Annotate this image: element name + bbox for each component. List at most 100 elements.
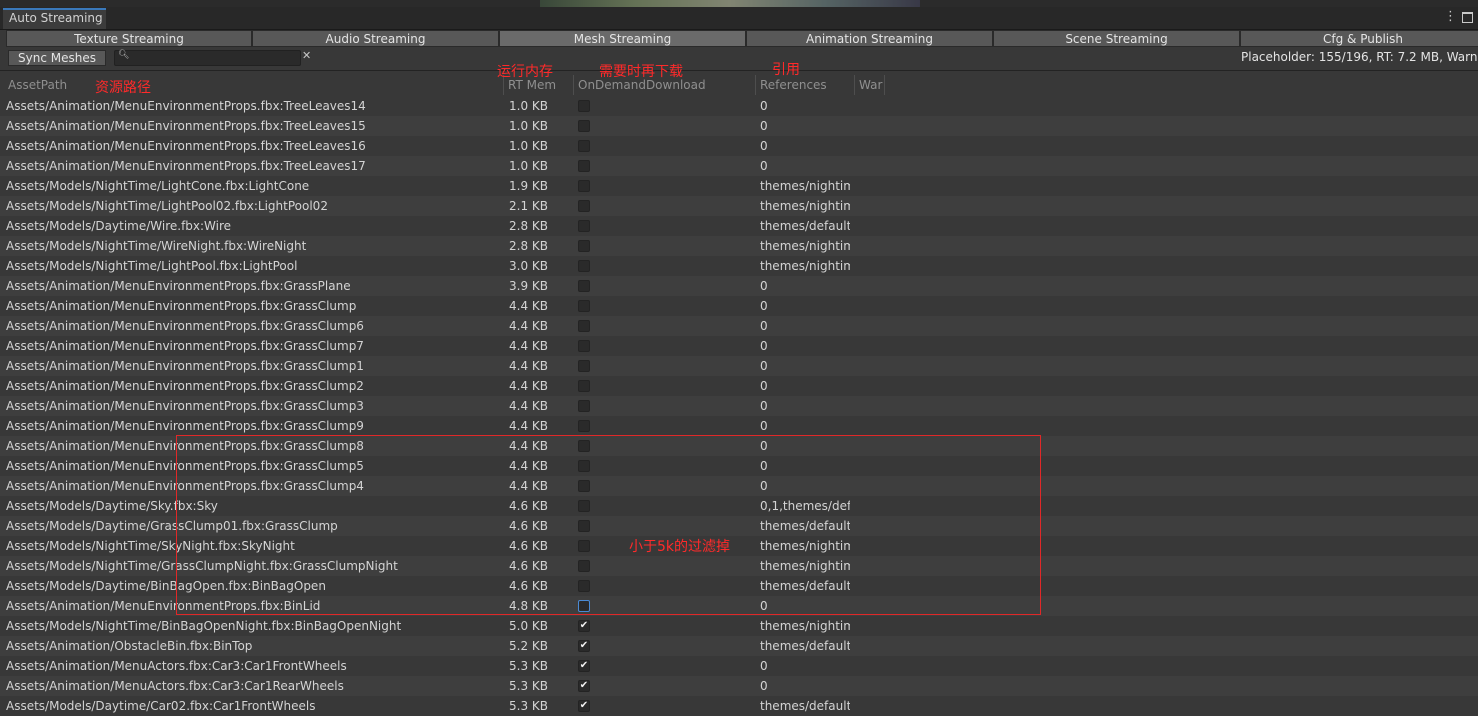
table-row[interactable]: Assets/Animation/MenuEnvironmentProps.fb… [0,96,1478,116]
on-demand-download-checkbox[interactable]: ✔ [578,640,590,652]
action-row: Sync Meshes 🔍︎ ✕ Placeholder: 155/196, R… [0,48,1478,68]
on-demand-download-checkbox[interactable] [578,160,590,172]
more-options-icon[interactable]: ⋮ [1444,9,1457,25]
table-row[interactable]: Assets/Animation/MenuEnvironmentProps.fb… [0,376,1478,396]
table-row[interactable]: Assets/Animation/MenuEnvironmentProps.fb… [0,456,1478,476]
on-demand-download-checkbox[interactable] [578,260,590,272]
table-row[interactable]: Assets/Animation/MenuEnvironmentProps.fb… [0,276,1478,296]
on-demand-download-checkbox[interactable] [578,420,590,432]
table-row[interactable]: Assets/Animation/MenuEnvironmentProps.fb… [0,596,1478,616]
on-demand-download-checkbox[interactable] [578,280,590,292]
annotation-filter-note: 小于5k的过滤掉 [629,539,731,555]
table-row[interactable]: Assets/Animation/MenuEnvironmentProps.fb… [0,356,1478,376]
table-row[interactable]: Assets/Animation/MenuEnvironmentProps.fb… [0,296,1478,316]
window-tab-auto-streaming[interactable]: Auto Streaming [3,8,106,29]
asset-path-cell: Assets/Animation/MenuActors.fbx:Car3:Car… [6,659,347,673]
on-demand-download-checkbox[interactable] [578,100,590,112]
column-divider[interactable] [884,75,885,95]
on-demand-download-checkbox[interactable] [578,520,590,532]
rt-mem-cell: 4.4 KB [509,479,548,493]
on-demand-download-checkbox[interactable] [578,380,590,392]
on-demand-download-checkbox[interactable] [578,400,590,412]
on-demand-download-checkbox[interactable] [578,120,590,132]
rt-mem-cell: 3.9 KB [509,279,548,293]
on-demand-download-checkbox[interactable] [578,200,590,212]
asset-path-cell: Assets/Models/Daytime/Sky.fbx:Sky [6,499,218,513]
asset-path-cell: Assets/Animation/MenuEnvironmentProps.fb… [6,459,364,473]
references-cell: 0 [760,319,768,333]
column-header-warning[interactable]: War [859,78,882,92]
maximize-icon[interactable] [1462,12,1473,23]
references-cell: themes/nightime [760,259,850,273]
table-row[interactable]: Assets/Animation/MenuEnvironmentProps.fb… [0,436,1478,456]
table-row[interactable]: Assets/Models/Daytime/Sky.fbx:Sky 4.6 KB 0… [0,496,1478,516]
table-row[interactable]: Assets/Models/NightTime/WireNight.fbx:Wi… [0,236,1478,256]
asset-path-cell: Assets/Models/NightTime/BinBagOpenNight.… [6,619,402,633]
table-row[interactable]: Assets/Models/Daytime/BinBagOpen.fbx:Bin… [0,576,1478,596]
search-input[interactable]: 🔍︎ [114,50,301,66]
on-demand-download-checkbox[interactable] [578,500,590,512]
table-row[interactable]: Assets/Animation/MenuEnvironmentProps.fb… [0,316,1478,336]
on-demand-download-checkbox[interactable]: ✔ [578,680,590,692]
table-row[interactable]: Assets/Animation/MenuEnvironmentProps.fb… [0,136,1478,156]
on-demand-download-checkbox[interactable] [578,320,590,332]
table-row[interactable]: Assets/Animation/MenuActors.fbx:Car3:Car… [0,656,1478,676]
table-row[interactable]: Assets/Models/NightTime/LightPool.fbx:Li… [0,256,1478,276]
sync-meshes-button[interactable]: Sync Meshes [8,50,106,66]
table-row[interactable]: Assets/Models/Daytime/Wire.fbx:Wire 2.8 K… [0,216,1478,236]
on-demand-download-checkbox[interactable] [578,440,590,452]
on-demand-download-checkbox[interactable] [578,460,590,472]
tab-animation-streaming[interactable]: Animation Streaming [746,30,993,47]
references-cell: 0 [760,119,768,133]
tab-mesh-streaming[interactable]: Mesh Streaming [499,30,746,47]
asset-path-cell: Assets/Animation/MenuEnvironmentProps.fb… [6,279,351,293]
on-demand-download-checkbox[interactable] [578,360,590,372]
table-row[interactable]: Assets/Animation/MenuActors.fbx:Car3:Car… [0,676,1478,696]
on-demand-download-checkbox[interactable]: ✔ [578,620,590,632]
tab-cfg-publish[interactable]: Cfg & Publish [1240,30,1478,47]
column-header-asset-path[interactable]: AssetPath [8,78,67,92]
table-row[interactable]: Assets/Animation/MenuEnvironmentProps.fb… [0,396,1478,416]
column-divider[interactable] [854,75,855,95]
table-row[interactable]: Assets/Models/NightTime/LightCone.fbx:Li… [0,176,1478,196]
on-demand-download-checkbox[interactable] [578,220,590,232]
rt-mem-cell: 2.8 KB [509,219,548,233]
tab-audio-streaming[interactable]: Audio Streaming [252,30,499,47]
tab-texture-streaming[interactable]: Texture Streaming [6,30,252,47]
on-demand-download-checkbox[interactable] [578,340,590,352]
table-row[interactable]: Assets/Models/NightTime/GrassClumpNight.… [0,556,1478,576]
on-demand-download-checkbox[interactable] [578,240,590,252]
on-demand-download-checkbox[interactable] [578,560,590,572]
on-demand-download-checkbox[interactable] [578,140,590,152]
rt-mem-cell: 1.0 KB [509,159,548,173]
table-row[interactable]: Assets/Models/Daytime/Car02.fbx:Car1Fron… [0,696,1478,716]
table-row[interactable]: Assets/Animation/MenuEnvironmentProps.fb… [0,476,1478,496]
table-row[interactable]: Assets/Models/NightTime/LightPool02.fbx:… [0,196,1478,216]
on-demand-download-checkbox[interactable] [578,600,590,612]
table-row[interactable]: Assets/Models/Daytime/GrassClump01.fbx:G… [0,516,1478,536]
rt-mem-cell: 1.0 KB [509,99,548,113]
on-demand-download-checkbox[interactable] [578,300,590,312]
on-demand-download-checkbox[interactable] [578,580,590,592]
table-row[interactable]: Assets/Animation/MenuEnvironmentProps.fb… [0,416,1478,436]
table-row[interactable]: Assets/Animation/MenuEnvironmentProps.fb… [0,336,1478,356]
window-tab-bar: Auto Streaming ⋮ [0,7,1478,30]
column-header-references[interactable]: References [760,78,827,92]
on-demand-download-checkbox[interactable] [578,480,590,492]
rt-mem-cell: 5.3 KB [509,659,548,673]
table-row[interactable]: Assets/Models/NightTime/BinBagOpenNight.… [0,616,1478,636]
references-cell: 0 [760,599,768,613]
column-divider[interactable] [755,75,756,95]
table-row[interactable]: Assets/Animation/MenuEnvironmentProps.fb… [0,156,1478,176]
tab-scene-streaming[interactable]: Scene Streaming [993,30,1240,47]
on-demand-download-checkbox[interactable]: ✔ [578,700,590,712]
on-demand-download-checkbox[interactable]: ✔ [578,660,590,672]
on-demand-download-checkbox[interactable] [578,180,590,192]
rt-mem-cell: 3.0 KB [509,259,548,273]
column-divider[interactable] [573,75,574,95]
table-row[interactable]: Assets/Animation/MenuEnvironmentProps.fb… [0,116,1478,136]
clear-search-icon[interactable]: ✕ [302,49,311,62]
table-row[interactable]: Assets/Animation/ObstacleBin.fbx:BinTop 5… [0,636,1478,656]
table-row[interactable]: Assets/Models/NightTime/SkyNight.fbx:Sky… [0,536,1478,556]
on-demand-download-checkbox[interactable] [578,540,590,552]
